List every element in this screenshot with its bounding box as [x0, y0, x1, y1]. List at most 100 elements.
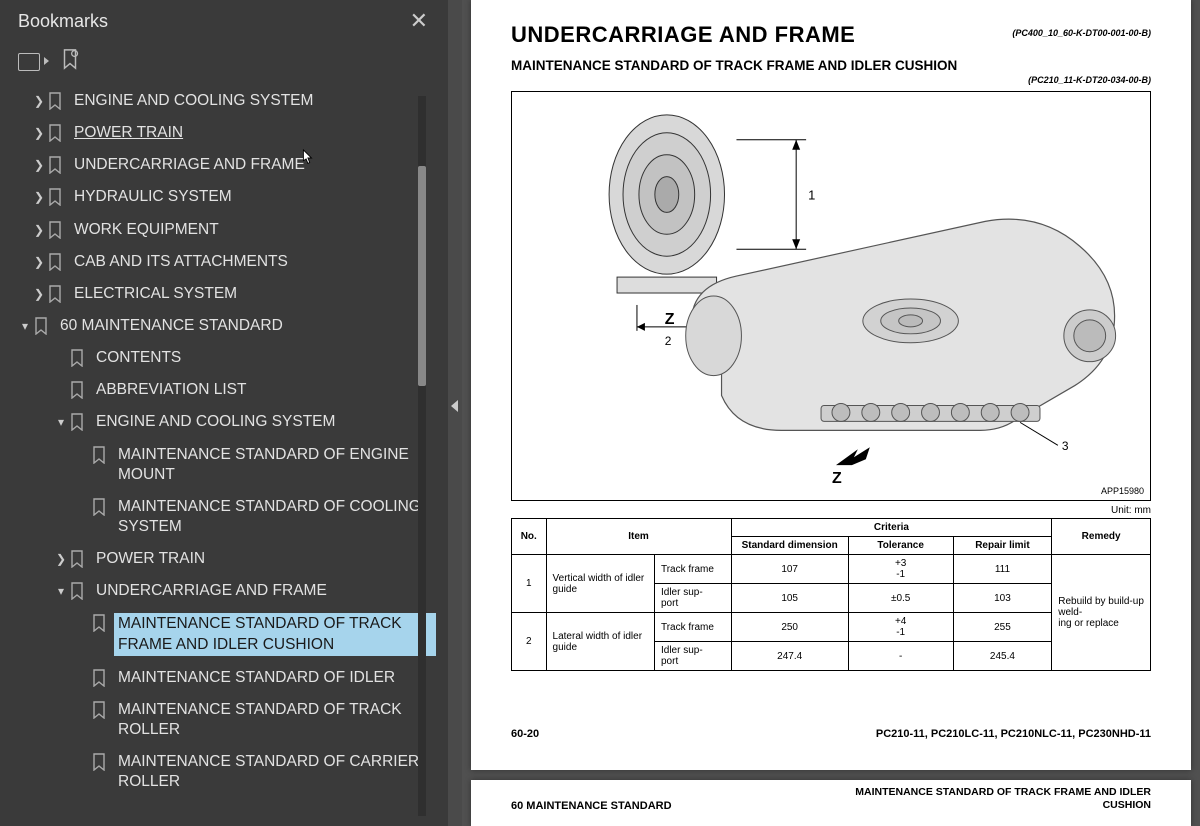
- figure-illustration: 1 Z 2: [512, 92, 1150, 500]
- bookmark-icon: [92, 700, 112, 719]
- th-tol: Tolerance: [848, 537, 953, 555]
- chevron-right-icon[interactable]: ❯: [30, 91, 48, 110]
- chevron-right-icon[interactable]: ❯: [30, 252, 48, 271]
- bookmark-label: 60 MAINTENANCE STANDARD: [54, 316, 436, 336]
- bookmark-label: MAINTENANCE STANDARD OF CARRIER ROLLER: [112, 752, 436, 792]
- chevron-down-icon[interactable]: ▾: [16, 316, 34, 335]
- p2-title: MAINTENANCE STANDARD OF TRACK FRAME AND …: [841, 786, 1151, 811]
- bookmark-label: MAINTENANCE STANDARD OF IDLER: [112, 668, 436, 688]
- collapse-handle[interactable]: [448, 0, 462, 826]
- bookmark-item[interactable]: ❯ WORK EQUIPMENT: [2, 214, 442, 246]
- svg-text:2: 2: [665, 334, 672, 348]
- bookmark-label: WORK EQUIPMENT: [68, 220, 436, 240]
- bookmark-icon: [92, 752, 112, 771]
- bookmarks-header: Bookmarks ✕: [0, 0, 448, 44]
- svg-text:Z: Z: [832, 470, 842, 487]
- close-icon[interactable]: ✕: [404, 6, 434, 36]
- bookmark-item[interactable]: ▾ 60 MAINTENANCE STANDARD: [2, 310, 442, 342]
- bookmark-label: MAINTENANCE STANDARD OF COOLING SYSTEM: [112, 497, 436, 537]
- bookmark-item[interactable]: ❯ POWER TRAIN: [2, 117, 442, 149]
- doc-code-sub: (PC210_11-K-DT20-034-00-B): [511, 75, 1151, 85]
- bookmark-icon: [70, 348, 90, 367]
- bookmark-label: MAINTENANCE STANDARD OF TRACK ROLLER: [112, 700, 436, 740]
- chevron-right-icon[interactable]: ❯: [30, 220, 48, 239]
- th-no: No.: [512, 519, 547, 555]
- bookmark-icon: [92, 668, 112, 687]
- scrollbar-thumb[interactable]: [418, 166, 426, 386]
- chevron-down-icon[interactable]: ▾: [52, 581, 70, 600]
- bookmark-label: ELECTRICAL SYSTEM: [68, 284, 436, 304]
- find-bookmark-icon[interactable]: [60, 48, 80, 75]
- th-item: Item: [546, 519, 731, 555]
- chevron-right-icon[interactable]: ❯: [52, 549, 70, 568]
- sidebar-scrollbar[interactable]: [418, 96, 426, 816]
- bookmark-label: ENGINE AND COOLING SYSTEM: [68, 91, 436, 111]
- bookmark-icon: [92, 613, 112, 632]
- bookmark-icon: [48, 187, 68, 206]
- bookmark-item[interactable]: ❯ ELECTRICAL SYSTEM: [2, 278, 442, 310]
- svg-text:Z: Z: [665, 311, 675, 328]
- bookmark-item[interactable]: ❯ABBREVIATION LIST: [2, 374, 442, 406]
- bookmark-icon: [92, 445, 112, 464]
- bookmark-item[interactable]: ▾ ENGINE AND COOLING SYSTEM: [2, 406, 442, 438]
- th-std: Standard dimension: [731, 537, 848, 555]
- bookmark-item[interactable]: ❯ POWER TRAIN: [2, 543, 442, 575]
- svg-text:1: 1: [808, 187, 815, 202]
- options-icon[interactable]: [18, 53, 40, 71]
- bookmarks-tree[interactable]: ❯ ENGINE AND COOLING SYSTEM ❯ POWER TRAIN ❯ U…: [0, 85, 448, 826]
- bookmark-item[interactable]: ❯ HYDRAULIC SYSTEM: [2, 181, 442, 213]
- bookmark-label: CAB AND ITS ATTACHMENTS: [68, 252, 436, 272]
- bookmark-label: CONTENTS: [90, 348, 436, 368]
- bookmark-item[interactable]: ❯MAINTENANCE STANDARD OF CARRIER ROLLER: [2, 746, 442, 798]
- bookmark-label: ENGINE AND COOLING SYSTEM: [90, 412, 436, 432]
- chevron-right-icon[interactable]: ❯: [30, 187, 48, 206]
- bookmark-icon: [70, 581, 90, 600]
- bookmark-item[interactable]: ▾ UNDERCARRIAGE AND FRAME: [2, 575, 442, 607]
- p2-section: 60 MAINTENANCE STANDARD: [511, 786, 672, 812]
- bookmark-label: ABBREVIATION LIST: [90, 380, 436, 400]
- bookmark-item[interactable]: ❯CONTENTS: [2, 342, 442, 374]
- bookmark-icon: [48, 123, 68, 142]
- bookmark-item[interactable]: ❯MAINTENANCE STANDARD OF TRACK FRAME AND…: [2, 607, 442, 661]
- bookmark-icon: [48, 91, 68, 110]
- th-repair: Repair limit: [953, 537, 1052, 555]
- th-remedy: Remedy: [1052, 519, 1151, 555]
- page-1: UNDERCARRIAGE AND FRAME (PC400_10_60-K-D…: [471, 0, 1191, 770]
- chevron-right-icon[interactable]: ❯: [30, 155, 48, 174]
- chevron-down-icon[interactable]: ▾: [52, 412, 70, 431]
- bookmarks-toolbar: [0, 44, 448, 85]
- bookmark-icon: [92, 497, 112, 516]
- bookmark-label: UNDERCARRIAGE AND FRAME: [90, 581, 436, 601]
- bookmark-item[interactable]: ❯MAINTENANCE STANDARD OF TRACK ROLLER: [2, 694, 442, 746]
- chevron-right-icon[interactable]: ❯: [30, 123, 48, 142]
- figure-box: 1 Z 2: [511, 91, 1151, 501]
- bookmark-label: MAINTENANCE STANDARD OF TRACK FRAME AND …: [114, 613, 436, 655]
- th-criteria: Criteria: [731, 519, 1052, 537]
- bookmark-label: POWER TRAIN: [68, 123, 436, 143]
- bookmark-icon: [48, 155, 68, 174]
- bookmark-item[interactable]: ❯MAINTENANCE STANDARD OF IDLER: [2, 662, 442, 694]
- bookmark-icon: [48, 252, 68, 271]
- footer-models: PC210-11, PC210LC-11, PC210NLC-11, PC230…: [876, 728, 1151, 740]
- bookmark-label: UNDERCARRIAGE AND FRAME: [68, 155, 436, 175]
- chevron-right-icon[interactable]: ❯: [30, 284, 48, 303]
- spec-table: No. Item Criteria Remedy Standard dimens…: [511, 518, 1151, 671]
- bookmark-item[interactable]: ❯MAINTENANCE STANDARD OF COOLING SYSTEM: [2, 491, 442, 543]
- bookmark-item[interactable]: ❯MAINTENANCE STANDARD OF ENGINE MOUNT: [2, 439, 442, 491]
- bookmark-label: POWER TRAIN: [90, 549, 436, 569]
- document-viewport[interactable]: UNDERCARRIAGE AND FRAME (PC400_10_60-K-D…: [462, 0, 1200, 826]
- figure-id: APP15980: [1101, 486, 1144, 496]
- bookmark-icon: [34, 316, 54, 335]
- bookmark-item[interactable]: ❯ ENGINE AND COOLING SYSTEM: [2, 85, 442, 117]
- bookmark-icon: [70, 412, 90, 431]
- page-footer: 60-20 PC210-11, PC210LC-11, PC210NLC-11,…: [511, 728, 1151, 740]
- doc-code-top: (PC400_10_60-K-DT00-001-00-B): [1012, 28, 1151, 38]
- bookmark-item[interactable]: ❯ CAB AND ITS ATTACHMENTS: [2, 246, 442, 278]
- bookmark-item[interactable]: ❯ UNDERCARRIAGE AND FRAME: [2, 149, 442, 181]
- chevron-left-icon: [451, 400, 458, 412]
- bookmarks-panel: Bookmarks ✕ ❯ ENGINE AND COOLING SYSTEM ❯ P…: [0, 0, 448, 826]
- bookmark-label: HYDRAULIC SYSTEM: [68, 187, 436, 207]
- bookmarks-title: Bookmarks: [18, 11, 108, 32]
- svg-text:3: 3: [1062, 439, 1069, 453]
- bookmark-label: MAINTENANCE STANDARD OF ENGINE MOUNT: [112, 445, 436, 485]
